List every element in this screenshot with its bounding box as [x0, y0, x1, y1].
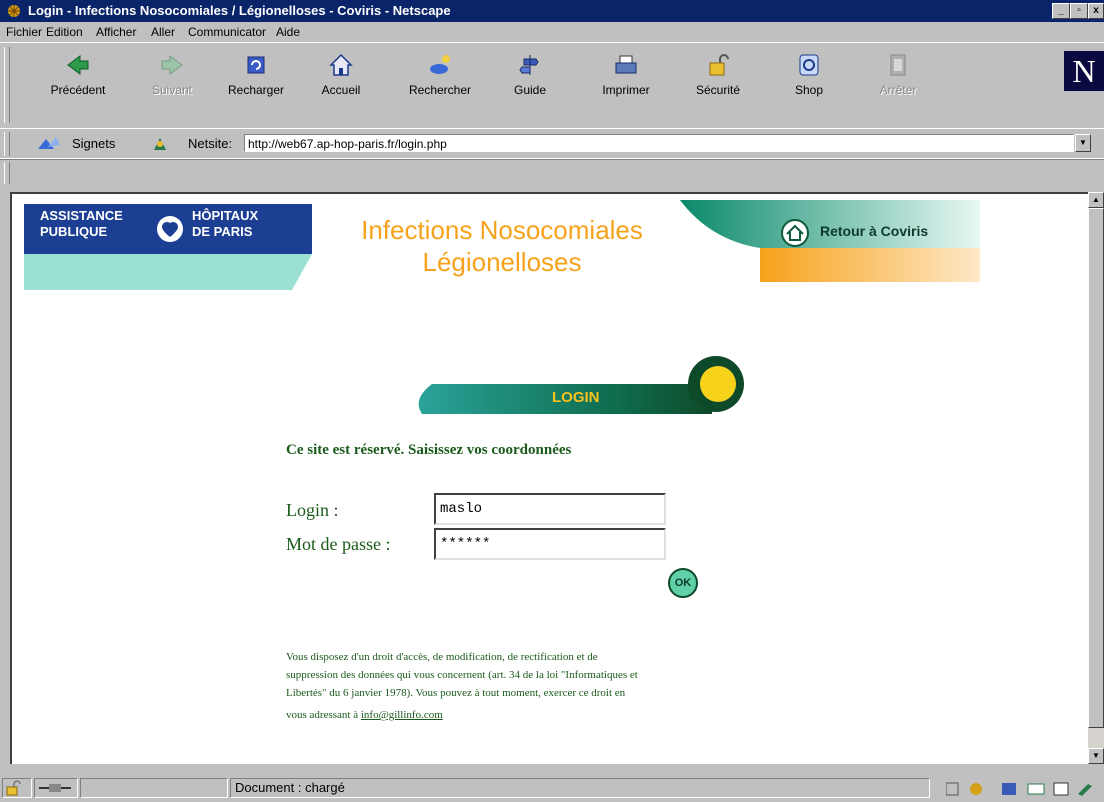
- home-label: Accueil: [321, 83, 361, 97]
- search-button[interactable]: Rechercher: [400, 51, 480, 129]
- personal-toolbar-grip[interactable]: [4, 162, 10, 184]
- notice-line-2: suppression des données qui vous concern…: [286, 669, 638, 681]
- login-input[interactable]: maslo: [434, 493, 666, 525]
- netscape-logo[interactable]: N: [1064, 51, 1104, 91]
- menu-edition[interactable]: Edition: [46, 22, 83, 42]
- scroll-up-button[interactable]: ▲: [1088, 192, 1104, 208]
- org-left-line2: PUBLIQUE: [40, 224, 108, 239]
- printer-icon: [615, 55, 637, 74]
- password-input[interactable]: ******: [434, 528, 666, 560]
- url-input[interactable]: http://web67.ap-hop-paris.fr/login.php: [244, 134, 1074, 152]
- back-button[interactable]: Précédent: [46, 51, 110, 129]
- reload-label: Recharger: [227, 83, 285, 97]
- login-banner-graphic: [418, 356, 744, 414]
- ok-button[interactable]: OK: [668, 568, 698, 598]
- menu-aller[interactable]: Aller: [151, 22, 175, 42]
- window-title: Login - Infections Nosocomiales / Légion…: [28, 3, 451, 18]
- scroll-down-button[interactable]: ▼: [1088, 748, 1104, 764]
- status-text: Document : chargé: [230, 778, 930, 798]
- menu-communicator[interactable]: Communicator: [188, 22, 266, 42]
- stop-button[interactable]: Arrêter: [866, 51, 930, 129]
- url-dropdown-button[interactable]: ▼: [1075, 134, 1091, 152]
- toolbar-grip[interactable]: [4, 47, 10, 123]
- reload-button[interactable]: Recharger: [224, 51, 288, 129]
- menu-bar: Fichier Edition Afficher Aller Communica…: [0, 22, 1104, 42]
- personal-toolbar: [0, 158, 1104, 187]
- notice-line-1: Vous disposez d'un droit d'accès, de mod…: [286, 651, 598, 663]
- back-arrow-icon: [67, 55, 89, 75]
- component-icons: [945, 782, 1092, 796]
- home-return-icon[interactable]: [780, 218, 810, 248]
- lock-icon: [709, 54, 729, 76]
- site-title-line2: Légionelloses: [422, 247, 582, 277]
- home-button[interactable]: Accueil: [309, 51, 373, 129]
- notice-line-4: vous adressant à info@gillinfo.com: [286, 706, 806, 724]
- page-viewport: ASSISTANCE PUBLIQUE HÔPITAUX DE PARIS In…: [10, 192, 1088, 764]
- minimize-button[interactable]: _: [1052, 3, 1070, 19]
- return-to-coviris-link[interactable]: Retour à Coviris: [820, 223, 928, 239]
- security-button[interactable]: Sécurité: [686, 51, 750, 129]
- contact-email-link[interactable]: info@gillinfo.com: [361, 709, 443, 721]
- page-proxy-icon[interactable]: [150, 134, 170, 154]
- guide-button[interactable]: Guide: [498, 51, 562, 129]
- org-right-line1: HÔPITAUX: [192, 208, 259, 223]
- shop-icon: [799, 54, 819, 76]
- menu-aide[interactable]: Aide: [276, 22, 300, 42]
- forward-label: Suivant: [151, 83, 193, 97]
- progress-panel: [80, 778, 228, 798]
- guide-label: Guide: [513, 83, 547, 97]
- home-icon: [329, 53, 353, 76]
- intro-text: Ce site est réservé. Saisissez vos coord…: [286, 442, 572, 458]
- search-icon: [430, 55, 450, 74]
- site-title-line1: Infections Nosocomiales: [361, 215, 643, 245]
- connection-status-panel: [34, 778, 78, 798]
- reload-icon: [247, 56, 265, 74]
- org-left-line1: ASSISTANCE: [40, 208, 123, 223]
- bookmarks-label[interactable]: Signets: [72, 136, 115, 151]
- forward-arrow-icon: [161, 55, 183, 75]
- guide-icon: [519, 55, 539, 75]
- menu-fichier[interactable]: Fichier: [6, 22, 42, 42]
- scroll-thumb[interactable]: [1088, 208, 1104, 728]
- netsite-label: Netsite:: [188, 136, 233, 151]
- forward-button[interactable]: Suivant: [140, 51, 204, 129]
- coviris-banner: [680, 200, 980, 282]
- org-right-line2: DE PARIS: [192, 224, 253, 239]
- location-bar: Signets Netsite: http://web67.ap-hop-par…: [0, 128, 1104, 160]
- navigation-toolbar: Précédent Suivant Recharger Accueil Rech…: [0, 42, 1104, 129]
- site-title: Infections Nosocomiales Légionelloses: [312, 214, 692, 278]
- window-title-bar[interactable]: Login - Infections Nosocomiales / Légion…: [0, 0, 1104, 22]
- security-label: Sécurité: [695, 83, 741, 97]
- login-banner-title: LOGIN: [552, 389, 600, 406]
- component-bar: [945, 780, 1096, 798]
- print-button[interactable]: Imprimer: [594, 51, 658, 129]
- stop-label: Arrêter: [879, 83, 917, 97]
- unlocked-padlock-icon: [6, 780, 21, 796]
- shop-button[interactable]: Shop: [777, 51, 841, 129]
- search-label: Rechercher: [408, 83, 472, 97]
- status-bar: Document : chargé: [0, 776, 1104, 800]
- back-label: Précédent: [50, 83, 106, 97]
- menu-afficher[interactable]: Afficher: [96, 22, 136, 42]
- password-label: Mot de passe :: [286, 534, 391, 554]
- security-status-panel[interactable]: [2, 778, 32, 798]
- privacy-notice: Vous disposez d'un droit d'accès, de mod…: [286, 648, 806, 724]
- stop-icon: [890, 54, 906, 76]
- close-button[interactable]: x: [1088, 3, 1104, 19]
- print-label: Imprimer: [602, 83, 650, 97]
- maximize-button[interactable]: ▫: [1070, 3, 1088, 19]
- shop-label: Shop: [794, 83, 824, 97]
- notice-line-4-prefix: vous adressant à: [286, 709, 361, 721]
- bookmarks-icon[interactable]: [36, 135, 62, 153]
- vertical-scrollbar[interactable]: ▲ ▼: [1088, 192, 1104, 764]
- notice-line-3: Libertés" du 6 janvier 1978). Vous pouve…: [286, 687, 626, 699]
- netscape-app-icon: [8, 5, 20, 17]
- connection-icon: [39, 784, 71, 792]
- login-label: Login :: [286, 500, 339, 520]
- location-grip[interactable]: [4, 132, 10, 156]
